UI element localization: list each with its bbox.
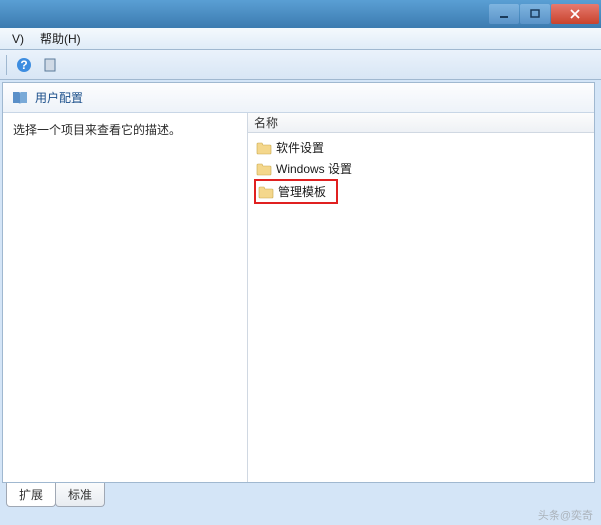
menu-help[interactable]: 帮助(H) [32, 28, 89, 49]
description-pane: 选择一个项目来查看它的描述。 [3, 113, 248, 482]
list-item[interactable]: Windows 设置 [254, 158, 588, 179]
list-item[interactable]: 管理模板 [254, 179, 338, 204]
pane-title: 用户配置 [35, 89, 83, 106]
menu-view[interactable]: V) [4, 30, 32, 48]
close-icon [570, 9, 580, 19]
toolbar: ? [0, 50, 601, 80]
menubar: V) 帮助(H) [0, 28, 601, 50]
toolbar-separator [6, 55, 7, 75]
close-button[interactable] [551, 4, 599, 24]
book-icon [11, 89, 29, 107]
minimize-button[interactable] [489, 4, 519, 24]
content-pane: 用户配置 选择一个项目来查看它的描述。 名称 软件设置 Windows 设置管理模… [2, 82, 595, 483]
list-item-label: Windows 设置 [276, 160, 352, 177]
list-item-label: 软件设置 [276, 139, 324, 156]
folder-icon [258, 185, 274, 199]
toolbar-action-button[interactable] [39, 54, 61, 76]
file-list: 软件设置 Windows 设置管理模板 [248, 133, 594, 208]
split-panes: 选择一个项目来查看它的描述。 名称 软件设置 Windows 设置管理模板 [3, 113, 594, 482]
minimize-icon [499, 9, 509, 19]
description-prompt: 选择一个项目来查看它的描述。 [13, 123, 181, 137]
folder-icon [256, 141, 272, 155]
watermark: 头条@奕奇 [538, 507, 593, 523]
column-header-name[interactable]: 名称 [248, 113, 594, 133]
document-icon [42, 57, 58, 73]
maximize-icon [530, 9, 540, 19]
pane-header: 用户配置 [3, 83, 594, 113]
svg-text:?: ? [20, 58, 27, 72]
tab-extended[interactable]: 扩展 [6, 483, 56, 507]
list-item-label: 管理模板 [278, 183, 326, 200]
view-tabs: 扩展 标准 [6, 483, 104, 507]
maximize-button[interactable] [520, 4, 550, 24]
window-titlebar [0, 0, 601, 28]
folder-icon [256, 162, 272, 176]
tab-standard[interactable]: 标准 [55, 483, 105, 507]
help-icon: ? [16, 57, 32, 73]
toolbar-help-button[interactable]: ? [13, 54, 35, 76]
items-pane: 名称 软件设置 Windows 设置管理模板 [248, 113, 594, 482]
list-item[interactable]: 软件设置 [254, 137, 588, 158]
